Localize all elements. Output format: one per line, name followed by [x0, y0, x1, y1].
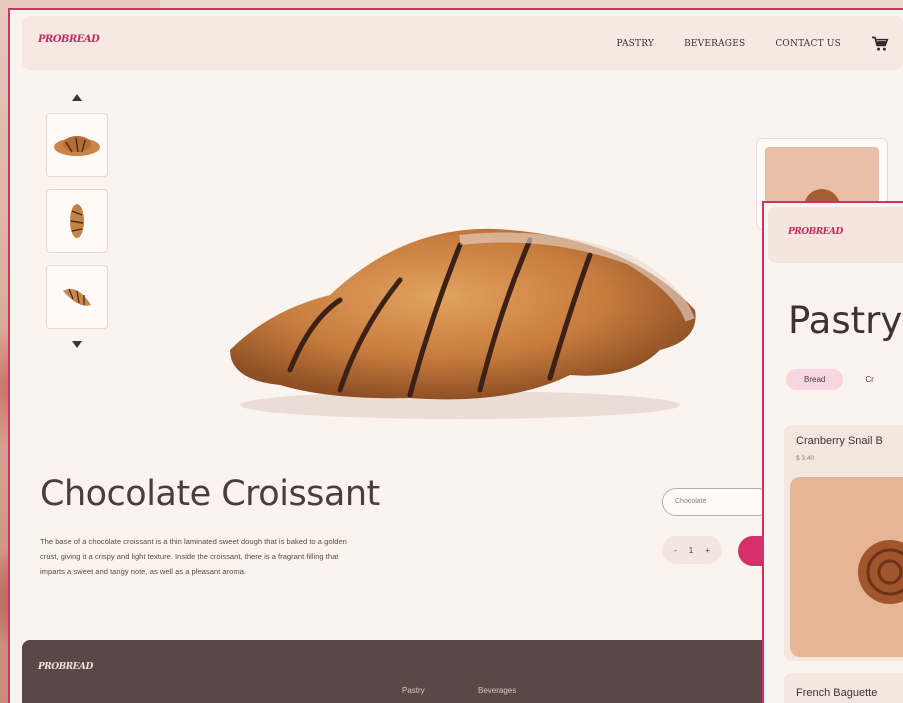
nav-links: PASTRY BEVERAGES CONTACT US: [617, 36, 903, 52]
product-card-baguette[interactable]: French Baguette: [784, 673, 903, 703]
product-image: [790, 477, 903, 657]
category-tabs: Bread Cr: [786, 369, 874, 390]
overlay-navbar: PROBREAD: [768, 207, 903, 263]
thumbnail-gallery: [46, 94, 108, 348]
product-description: The base of a chocolate croissant is a t…: [40, 537, 347, 576]
croissant-thumb-image: [70, 204, 84, 238]
overlay-page-title: Pastry: [788, 299, 903, 342]
tab-croissant[interactable]: Cr: [865, 375, 873, 384]
product-price: $ 3.40: [796, 455, 815, 462]
quantity-stepper[interactable]: - 1 +: [662, 536, 722, 564]
thumbnail-2[interactable]: [46, 189, 108, 253]
product-name: French Baguette: [796, 687, 878, 699]
top-navbar: PROBREAD PASTRY BEVERAGES CONTACT US: [22, 16, 903, 70]
nav-link-contact-us[interactable]: CONTACT US: [775, 39, 841, 49]
overlay-brand-logo[interactable]: PROBREAD: [788, 227, 843, 237]
footer-logo[interactable]: PROBREAD: [38, 662, 93, 672]
thumbnail-3[interactable]: [46, 265, 108, 329]
footer-link-beverages[interactable]: Beverages: [478, 686, 516, 695]
gallery-up-arrow-icon[interactable]: [72, 94, 82, 101]
flavor-select[interactable]: Chocolate: [662, 488, 772, 516]
cart-icon[interactable]: [871, 36, 889, 52]
product-card-cranberry[interactable]: Cranberry Snail B $ 3.40: [784, 425, 903, 661]
footer-link-pastry[interactable]: Pastry: [402, 686, 425, 695]
nav-link-pastry[interactable]: PASTRY: [617, 39, 655, 49]
pastry-page-window: PROBREAD Pastry Bread Cr Cranberry Snail…: [762, 201, 903, 703]
product-name: Cranberry Snail B: [796, 435, 883, 447]
qty-plus-button[interactable]: +: [705, 546, 710, 555]
brand-logo[interactable]: PROBREAD: [38, 34, 100, 45]
qty-minus-button[interactable]: -: [674, 546, 677, 555]
gallery-down-arrow-icon[interactable]: [72, 341, 82, 348]
product-title: Chocolate Croissant: [40, 474, 380, 514]
thumbnail-1[interactable]: [46, 113, 108, 177]
tab-bread[interactable]: Bread: [786, 369, 844, 390]
croissant-thumb-image: [63, 288, 91, 306]
hero-croissant-image: [230, 228, 696, 419]
qty-value: 1: [688, 545, 694, 555]
croissant-thumb-image: [54, 136, 100, 156]
nav-link-beverages[interactable]: BEVERAGES: [684, 39, 745, 49]
